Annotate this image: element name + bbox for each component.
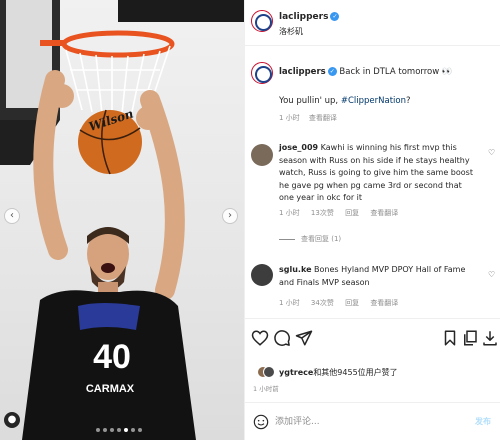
caption-translate-button[interactable]: 查看翻译 (309, 114, 337, 122)
carousel-dot[interactable] (110, 428, 114, 432)
verified-badge-icon: ✓ (330, 12, 340, 21)
comment-likes[interactable]: 13次赞 (311, 209, 334, 217)
comment-meta: 1 小时 34次赞 回复 查看翻译 (279, 298, 407, 308)
hoop-rim (61, 30, 175, 58)
reply-button[interactable]: 回复 (345, 299, 359, 307)
post-location[interactable]: 洛杉矶 (279, 26, 303, 37)
comments-scroll-area[interactable]: laclippers ✓ Back in DTLA tomorrow 👀 You … (245, 46, 500, 316)
translate-button[interactable]: 查看翻译 (370, 299, 398, 307)
caption-text: Back in DTLA tomorrow 👀 (339, 67, 453, 77)
liker-username[interactable]: ygtrece (279, 368, 313, 377)
comment-likes[interactable]: 34次赞 (311, 299, 334, 307)
jersey-number: 40 (93, 338, 131, 376)
copy-icon[interactable] (461, 329, 479, 347)
comment-time: 1 小时 (279, 299, 300, 307)
bookmark-save-icon[interactable] (441, 329, 459, 347)
previous-slide-button[interactable]: ‹ (4, 208, 20, 224)
carousel-dot[interactable] (103, 428, 107, 432)
carousel-dot[interactable] (138, 428, 142, 432)
like-comment-heart-icon[interactable]: ♡ (488, 270, 495, 279)
post-header: laclippers ✓ 洛杉矶 (245, 0, 500, 46)
photo-illustration: Wilson 40 CARMAX (0, 0, 244, 440)
post-comment-button[interactable]: 发布 (475, 416, 491, 427)
comment-bubble-icon[interactable] (273, 329, 291, 347)
likes-summary: ygtrece和其他9455位用户赞了 1 小时前 (245, 360, 500, 396)
caption-author-avatar[interactable] (251, 62, 273, 84)
comment-username[interactable]: sglu.ke (279, 265, 312, 274)
add-comment-input[interactable] (275, 412, 465, 432)
post-photo[interactable]: Wilson 40 CARMAX ‹ › ● (0, 0, 244, 440)
comment-username[interactable]: jose_009 (279, 143, 318, 152)
verified-badge-icon: ✓ (327, 67, 337, 76)
liker-avatar (263, 366, 275, 378)
post-side-panel: laclippers ✓ 洛杉矶 laclippers ✓ Back in DTLA… (244, 0, 500, 440)
jersey-sponsor: CARMAX (86, 383, 135, 395)
carousel-dot[interactable] (131, 428, 135, 432)
caption: laclippers ✓ Back in DTLA tomorrow 👀 (279, 67, 452, 77)
caption-username[interactable]: laclippers (279, 67, 326, 77)
instagram-post-view: Wilson 40 CARMAX ‹ › ● laclippers✓ 洛杉矶 (0, 0, 500, 440)
comment-avatar[interactable] (251, 144, 273, 166)
caption-line-2: You pullin' up, #ClipperNation? (279, 96, 411, 106)
author-avatar[interactable] (251, 10, 273, 32)
add-comment-bar: 发布 (245, 402, 500, 440)
download-icon[interactable] (481, 329, 499, 347)
share-send-icon[interactable] (295, 329, 313, 347)
next-slide-button[interactable]: › (222, 208, 238, 224)
like-comment-heart-icon[interactable]: ♡ (488, 148, 495, 157)
likes-text[interactable]: ygtrece和其他9455位用户赞了 (279, 367, 398, 378)
comment-avatar[interactable] (251, 264, 273, 286)
translate-button[interactable]: 查看翻译 (370, 209, 398, 217)
carousel-dot[interactable] (117, 428, 121, 432)
author-name[interactable]: laclippers ✓ (279, 12, 340, 22)
comment-meta: 1 小时 13次赞 回复 查看翻译 (279, 208, 407, 218)
hashtag-link[interactable]: #ClipperNation (341, 96, 406, 106)
caption-time[interactable]: 1 小时 (279, 114, 300, 122)
tagged-user-icon[interactable]: ● (4, 412, 20, 428)
emoji-smile-icon[interactable] (253, 414, 269, 430)
reply-button[interactable]: 回复 (345, 209, 359, 217)
comment-body: jose_009 Kawhi is winning his first mvp … (279, 142, 479, 205)
carousel-dot[interactable] (124, 428, 128, 432)
action-bar (245, 318, 500, 358)
comment-body: sglu.ke Bones Hyland MVP DPOY Hall of Fa… (279, 264, 479, 289)
carousel-dots (96, 428, 142, 432)
carousel-dot[interactable] (96, 428, 100, 432)
caption-meta: 1 小时 查看翻译 (279, 113, 344, 123)
view-replies-button[interactable]: 查看回复 (1) (279, 234, 341, 244)
like-heart-icon[interactable] (251, 329, 269, 347)
post-time: 1 小时前 (253, 385, 279, 393)
comment-time: 1 小时 (279, 209, 300, 217)
